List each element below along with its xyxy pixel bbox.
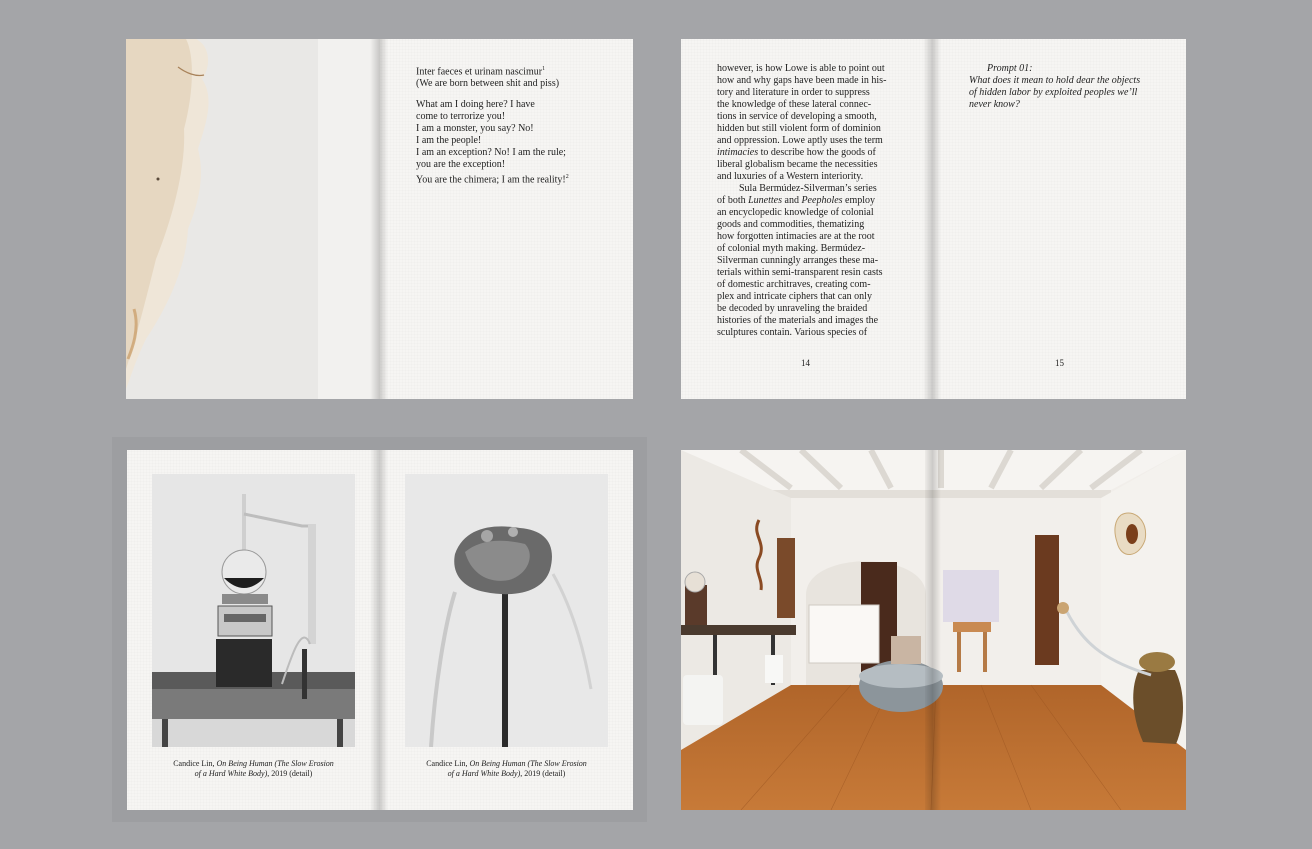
essay-italic: Peepholes xyxy=(801,195,843,206)
essay-line: histories of the materials and images th… xyxy=(717,315,879,326)
prompt-line: What does it mean to hold dear the objec… xyxy=(969,75,1141,86)
spread-4-gutter-right xyxy=(933,450,941,810)
essay-line: Silverman cunningly arranges these ma- xyxy=(717,255,879,266)
caption-artist: Candice Lin, xyxy=(426,759,470,768)
essay-line: an encyclopedic knowledge of colonial xyxy=(717,207,874,218)
spread-2-left-page: however, is how Lowe is able to point ou… xyxy=(681,39,933,399)
essay-line: the knowledge of these lateral connec- xyxy=(717,99,872,110)
rock-sculpture-photo xyxy=(405,474,608,747)
poem-line: I am the people! xyxy=(416,135,482,146)
essay-line: how and why gaps have been made in his- xyxy=(717,75,887,86)
essay-text: of both xyxy=(717,195,749,206)
poem-line: you are the exception! xyxy=(416,159,506,170)
essay-line: tory and literature in order to suppress xyxy=(717,87,870,98)
essay-text: and xyxy=(782,195,802,206)
poem-line: come to terrorize you! xyxy=(416,111,506,122)
poem-line: I am a monster, you say? No! xyxy=(416,123,534,134)
essay-line: liberal globalism became the necessities xyxy=(717,159,878,170)
page-number-left: 14 xyxy=(801,358,810,368)
spread-1: Inter faeces et urinam nascimur1 (We are… xyxy=(126,39,633,399)
essay-text: to describe how the goods of xyxy=(758,147,876,158)
spread-3: Candice Lin, On Being Human (The Slow Er… xyxy=(127,450,633,810)
essay-line: tions in service of developing a smooth, xyxy=(717,111,877,122)
distillation-apparatus-illustration xyxy=(152,474,355,747)
caption-tail: , 2019 (detail) xyxy=(520,769,566,778)
essay-line: how forgotten intimacies are at the root xyxy=(717,231,875,242)
latin-quote: Inter faeces et urinam nascimur1 (We are… xyxy=(416,63,616,90)
prompt-line: of hidden labor by exploited peoples we’… xyxy=(969,87,1138,98)
essay-line: terials within semi-transparent resin ca… xyxy=(717,267,883,278)
spread-2-right-page: Prompt 01: What does it mean to hold dea… xyxy=(933,39,1186,399)
spread-2: however, is how Lowe is able to point ou… xyxy=(681,39,1186,399)
prompt-title: Prompt 01: xyxy=(987,63,1033,74)
essay-line: Sula Bermúdez-Silverman’s series xyxy=(739,183,877,194)
resin-sculpture-photo xyxy=(126,39,380,399)
essay-line: be decoded by unraveling the braided xyxy=(717,303,868,314)
poem-line: I am an exception? No! I am the rule; xyxy=(416,147,566,158)
spread-4-gutter-left xyxy=(925,450,933,810)
essay-line: hidden but still violent form of dominio… xyxy=(717,123,881,134)
prompt-line: never know? xyxy=(969,99,1020,110)
essay-line: goods and commodities, thematizing xyxy=(717,219,865,230)
essay-line: however, is how Lowe is able to point ou… xyxy=(717,63,885,74)
spread-1-right-page: Inter faeces et urinam nascimur1 (We are… xyxy=(380,39,633,399)
prompt-block: Prompt 01: What does it mean to hold dea… xyxy=(969,63,1169,111)
essay-line: of domestic architraves, creating com- xyxy=(717,279,871,290)
caption-title: of a Hard White Body) xyxy=(447,769,521,778)
quote-latin: Inter faeces et urinam nascimur xyxy=(416,66,543,78)
essay-column: however, is how Lowe is able to point ou… xyxy=(717,63,907,339)
caption-title: On Being Human (The Slow Erosion xyxy=(216,759,334,768)
footnote-1: 1 xyxy=(542,66,546,72)
poem: What am I doing here? I have come to ter… xyxy=(416,99,626,186)
spread-3-left-page: Candice Lin, On Being Human (The Slow Er… xyxy=(127,450,380,810)
caption-left: Candice Lin, On Being Human (The Slow Er… xyxy=(147,759,360,779)
quote-translation: (We are born between shit and piss) xyxy=(416,78,560,90)
caption-artist: Candice Lin, xyxy=(173,759,217,768)
essay-line: plex and intricate ciphers that can only xyxy=(717,291,872,302)
essay-line: and oppression. Lowe aptly uses the term xyxy=(717,135,883,146)
essay-line: of colonial myth making. Bermúdez- xyxy=(717,243,866,254)
page-number-right: 15 xyxy=(1055,358,1064,368)
rock-on-pole-illustration xyxy=(405,474,608,747)
poem-line: What am I doing here? I have xyxy=(416,99,535,110)
spread-1-left-page xyxy=(126,39,380,399)
caption-title: On Being Human (The Slow Erosion xyxy=(469,759,587,768)
essay-italic: Lunettes xyxy=(748,195,782,206)
essay-line: sculptures contain. Various species of xyxy=(717,327,868,338)
caption-right: Candice Lin, On Being Human (The Slow Er… xyxy=(400,759,613,779)
distillation-apparatus-photo xyxy=(152,474,355,747)
poem-line: You are the chimera; I am the reality! xyxy=(416,174,566,186)
caption-title: of a Hard White Body) xyxy=(194,769,268,778)
spread-4 xyxy=(681,450,1186,810)
spread-3-right-page: Candice Lin, On Being Human (The Slow Er… xyxy=(380,450,633,810)
essay-italic: intimacies xyxy=(717,147,759,158)
caption-tail: , 2019 (detail) xyxy=(267,769,313,778)
essay-text: employ xyxy=(842,195,876,206)
footnote-2: 2 xyxy=(565,174,569,180)
essay-line: and luxuries of a Western interiority. xyxy=(717,171,864,182)
